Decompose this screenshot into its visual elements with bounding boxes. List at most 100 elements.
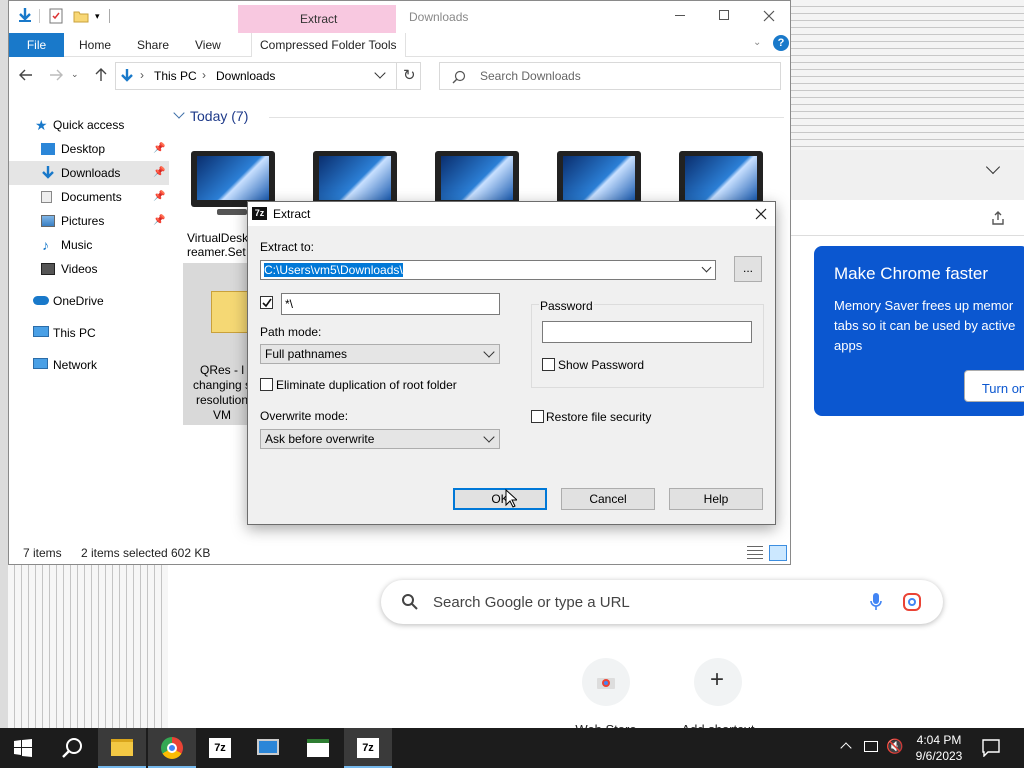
breadcrumb-this-pc[interactable]: This PC — [154, 69, 197, 83]
mouse-cursor — [505, 489, 517, 508]
show-password-checkbox[interactable] — [542, 358, 555, 371]
extract-to-combobox[interactable]: C:\Users\vm5\Downloads\ — [260, 260, 716, 280]
taskbar-7zip-active[interactable]: 7z — [344, 728, 392, 768]
google-search-box[interactable]: Search Google or type a URL — [381, 580, 943, 624]
microphone-icon[interactable] — [869, 592, 883, 612]
password-input[interactable] — [542, 321, 752, 343]
properties-icon[interactable] — [49, 8, 63, 24]
background-window-stack-left — [8, 565, 168, 728]
cancel-button[interactable]: Cancel — [561, 488, 655, 510]
close-button[interactable] — [755, 208, 767, 220]
group-collapse-icon[interactable] — [173, 107, 185, 119]
notifications-icon[interactable] — [982, 739, 1000, 757]
maximize-button[interactable] — [719, 10, 729, 20]
up-icon[interactable] — [95, 68, 107, 82]
google-lens-icon[interactable] — [903, 593, 921, 611]
tab-compressed-folder-tools[interactable]: Compressed Folder Tools — [251, 33, 406, 57]
overwrite-mode-select[interactable]: Ask before overwrite — [260, 429, 500, 449]
taskbar-file-explorer[interactable] — [98, 728, 146, 768]
search-downloads-box[interactable]: Search Downloads — [439, 62, 781, 90]
search-placeholder: Search Google or type a URL — [433, 594, 630, 611]
minimize-button[interactable] — [675, 15, 685, 16]
selected-file-item[interactable]: QRes - l changing s resolution VM — [183, 263, 253, 425]
monitor-icon — [191, 151, 275, 207]
refresh-icon[interactable]: ↻ — [403, 66, 416, 84]
explorer-title-bar: ▾ Extract Downloads — [9, 1, 790, 33]
sidebar-item-quick-access[interactable]: ★ Quick access — [9, 113, 169, 137]
sidebar-item-desktop[interactable]: Desktop 📌 — [9, 137, 169, 161]
sidebar-item-pictures[interactable]: Pictures 📌 — [9, 209, 169, 233]
computer-icon — [33, 326, 49, 337]
back-icon[interactable] — [19, 69, 33, 81]
sidebar-item-videos[interactable]: Videos — [9, 257, 169, 281]
large-icons-view-icon[interactable] — [769, 545, 787, 561]
sidebar-item-music[interactable]: ♪ Music — [9, 233, 169, 257]
group-header-today[interactable]: Today (7) — [190, 108, 248, 124]
clock-date: 9/6/2023 — [915, 749, 963, 763]
7zip-icon: 7z — [357, 738, 379, 758]
tab-view[interactable]: View — [195, 33, 221, 57]
system-clock[interactable]: 4:04 PM 9/6/2023 — [908, 732, 970, 764]
path-mode-select[interactable]: Full pathnames — [260, 344, 500, 364]
taskbar: 7z 7z 🔇 4:04 PM 9/6/2023 — [0, 728, 1024, 768]
recent-locations-dropdown[interactable]: ⌄ — [71, 69, 79, 80]
chevron-up-icon[interactable] — [840, 742, 852, 754]
share-icon[interactable] — [990, 210, 1006, 226]
downloads-arrow-icon — [42, 166, 54, 179]
help-button[interactable]: Help — [669, 488, 763, 510]
browse-button[interactable]: ... — [734, 256, 762, 282]
chrome-icon-center — [167, 743, 177, 753]
downloads-arrow-icon — [121, 69, 133, 82]
taskbar-remote-desktop[interactable] — [244, 728, 292, 768]
chrome-web-store-icon — [597, 678, 615, 689]
network-icon — [33, 358, 48, 369]
address-bar[interactable]: › This PC › Downloads ↻ — [115, 62, 421, 90]
help-icon[interactable]: ? — [773, 35, 789, 51]
monitor-icon — [257, 739, 279, 755]
tab-share[interactable]: Share — [137, 33, 169, 57]
taskbar-app[interactable] — [294, 728, 342, 768]
chevron-down-icon[interactable] — [374, 67, 386, 79]
group-divider — [269, 117, 784, 118]
sidebar-item-label: This PC — [53, 326, 96, 340]
desktop-icon — [41, 143, 55, 155]
divider — [396, 63, 397, 89]
expand-ribbon-icon[interactable]: ⌄ — [753, 37, 761, 48]
tab-home[interactable]: Home — [79, 33, 111, 57]
new-folder-icon[interactable] — [73, 9, 89, 23]
breadcrumb-downloads[interactable]: Downloads — [216, 69, 275, 83]
web-store-shortcut[interactable] — [582, 658, 630, 706]
taskbar-7zip[interactable]: 7z — [196, 728, 244, 768]
music-icon: ♪ — [42, 237, 49, 253]
eliminate-duplication-checkbox[interactable] — [260, 378, 273, 391]
close-button[interactable] — [763, 10, 775, 22]
restore-security-checkbox[interactable] — [531, 410, 544, 423]
sidebar-item-onedrive[interactable]: OneDrive — [9, 289, 169, 313]
subfolder-checkbox[interactable] — [260, 296, 273, 309]
turn-on-button[interactable]: Turn on — [964, 370, 1024, 402]
sidebar-item-label: Music — [61, 238, 93, 252]
volume-muted-icon[interactable]: 🔇 — [886, 738, 903, 755]
dialog-title: Extract — [273, 207, 311, 221]
sidebar-item-downloads[interactable]: Downloads 📌 — [9, 161, 169, 185]
sidebar-item-this-pc[interactable]: This PC — [9, 321, 169, 345]
tab-file[interactable]: File — [9, 33, 64, 57]
ok-button[interactable]: OK — [453, 488, 547, 510]
sidebar-item-documents[interactable]: Documents 📌 — [9, 185, 169, 209]
sidebar-item-network[interactable]: Network — [9, 353, 169, 377]
path-mode-label: Path mode: — [260, 325, 322, 339]
add-shortcut-button[interactable]: + — [694, 658, 742, 706]
start-windows-icon[interactable] — [14, 739, 32, 757]
subfolder-input[interactable]: *\ — [281, 293, 500, 315]
chevron-down-icon[interactable] — [985, 159, 1001, 175]
network-status-icon[interactable] — [864, 741, 878, 752]
details-view-icon[interactable] — [747, 546, 763, 559]
chrome-toolbar — [790, 200, 1024, 236]
chevron-down-icon[interactable] — [701, 262, 712, 273]
monitor-icon — [557, 151, 641, 207]
search-icon[interactable] — [62, 737, 84, 759]
taskbar-chrome[interactable] — [148, 728, 196, 768]
quick-access-toolbar-dropdown[interactable]: ▾ — [95, 11, 100, 22]
forward-icon[interactable] — [49, 69, 63, 81]
divider — [39, 9, 40, 23]
